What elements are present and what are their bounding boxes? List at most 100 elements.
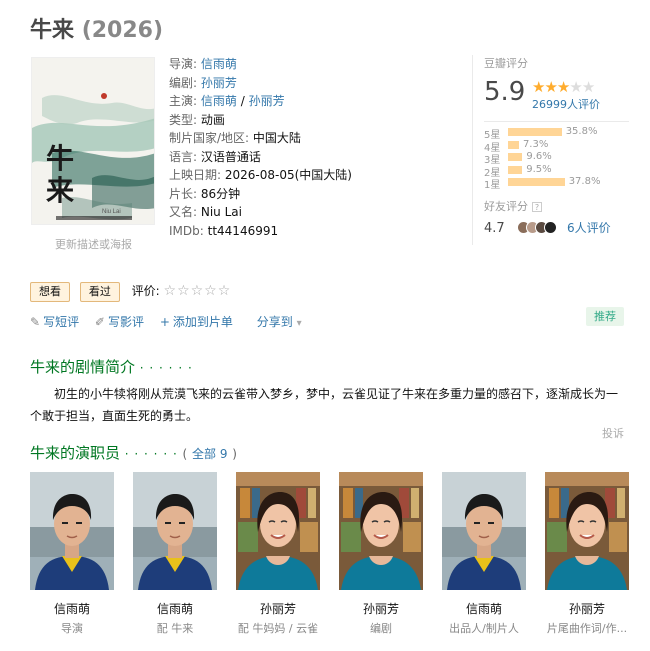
poster-title-glyph-2: 来 <box>46 174 74 207</box>
cast-separator: / <box>236 94 249 108</box>
rating-stars-icon: ★★★★★ <box>532 78 595 96</box>
cast-all-open: ( <box>182 447 188 461</box>
write-short-review-label: 写短评 <box>43 315 80 329</box>
rating-bar-percent: 35.8% <box>565 126 598 137</box>
cast-all-link[interactable]: 全部 9 <box>192 447 227 461</box>
mark-actions: 想看 看过 评价: ☆☆☆☆☆ <box>30 282 231 302</box>
rating-bar-label: 1星 <box>484 180 501 191</box>
info-imdb: IMDb: tt44146991 <box>169 222 352 241</box>
recommend-button[interactable]: 推荐 <box>586 307 624 326</box>
share-button[interactable]: 分享到 ▾ <box>257 315 302 329</box>
cast-member[interactable]: 信雨萌 出品人/制片人 <box>442 472 526 636</box>
cast-photo[interactable] <box>545 472 629 590</box>
info-release-label: 上映日期: <box>169 168 222 182</box>
cast-photo[interactable] <box>442 472 526 590</box>
cast-member[interactable]: 信雨萌配 牛来 <box>133 472 217 636</box>
cast-name[interactable]: 信雨萌 <box>442 600 526 617</box>
cast-link-2[interactable]: 孙丽芳 <box>249 94 285 108</box>
cast-member[interactable]: 孙丽芳片尾曲作词/作... <box>545 472 629 636</box>
cast-name[interactable]: 孙丽芳 <box>545 600 629 617</box>
write-short-review[interactable]: ✎ 写短评 <box>30 315 79 329</box>
friends-avatars <box>516 221 561 236</box>
cast-name[interactable]: 孙丽芳 <box>339 600 423 617</box>
cast-dots: · · · · · · <box>124 447 178 461</box>
director-link[interactable]: 信雨萌 <box>201 57 237 71</box>
friends-rating: 4.7 6人评价 <box>484 219 611 236</box>
rating-bar-row: 3星 9.6% <box>484 151 634 166</box>
writer-link[interactable]: 孙丽芳 <box>201 76 237 90</box>
report-link[interactable]: 投诉 <box>602 425 624 441</box>
rating-bar <box>508 178 565 186</box>
cast-name[interactable]: 信雨萌 <box>30 600 114 617</box>
info-region: 制片国家/地区: 中国大陆 <box>169 129 352 148</box>
rating-panel: 豆瓣评分 5.9 ★★★★★ 26999人评价 5星 35.8% 4星 7.3% 3星 9… <box>484 55 634 191</box>
info-region-label: 制片国家/地区: <box>169 131 250 145</box>
synopsis-dots: · · · · · · <box>139 361 193 375</box>
info-aka-label: 又名: <box>169 205 198 219</box>
info-runtime: 片长: 86分钟 <box>169 185 352 204</box>
info-aka-value: Niu Lai <box>200 205 242 219</box>
cast-name[interactable]: 孙丽芳 <box>236 600 320 617</box>
add-to-list-label: 添加到片单 <box>172 315 233 329</box>
friends-rating-label-text: 好友评分 <box>484 200 528 213</box>
rating-score: 5.9 <box>484 77 526 107</box>
add-to-list[interactable]: + 添加到片单 <box>160 315 233 329</box>
info-cast: 主演: 信雨萌 / 孙丽芳 <box>169 94 285 108</box>
want-to-watch-button[interactable]: 想看 <box>30 282 70 302</box>
friends-count-link[interactable]: 6人评价 <box>567 221 611 235</box>
rating-bar <box>508 128 562 136</box>
info-genre: 类型: 动画 <box>169 111 352 130</box>
synopsis-text: 初生的小牛犊将刚从荒漠飞来的云雀带入梦乡，梦中，云雀见证了牛来在多重力量的感召下… <box>30 387 619 423</box>
cast-role: 配 牛来 <box>156 622 194 635</box>
chevron-down-icon: ▾ <box>296 318 302 329</box>
synopsis-heading: 牛来的剧情简介 · · · · · · <box>30 356 193 377</box>
rating-bar <box>508 165 523 174</box>
rating-bar-row: 4星 7.3% <box>484 139 634 154</box>
cast-role: 编剧 <box>370 622 392 635</box>
friends-score: 4.7 <box>484 221 505 236</box>
info-runtime-value: 86分钟 <box>200 186 241 201</box>
movie-poster[interactable]: 牛 来 Niu Lai <box>31 57 155 225</box>
cast-name[interactable]: 信雨萌 <box>133 600 217 617</box>
write-review[interactable]: ✐ 写影评 <box>95 315 144 329</box>
cast-heading: 牛来的演职员 · · · · · · ( 全部 9 ) <box>30 442 237 463</box>
rating-separator <box>484 121 629 122</box>
poster-title-glyph-1: 牛 <box>46 142 74 175</box>
star-icon: ★ <box>556 78 570 96</box>
cast-member[interactable]: 孙丽芳配 牛妈妈 / 云雀 <box>236 472 320 636</box>
cast-member[interactable]: 信雨萌 导演 <box>30 472 114 636</box>
cast-photo[interactable] <box>236 472 320 590</box>
rating-bar-percent: 9.6% <box>526 151 552 162</box>
info-writer-label: 编剧 <box>169 75 194 90</box>
help-icon[interactable]: ? <box>532 202 542 212</box>
cast-photo[interactable] <box>339 472 423 590</box>
cast-photo[interactable] <box>133 472 217 590</box>
cast-link-1[interactable]: 信雨萌 <box>201 94 237 108</box>
star-icon: ★ <box>532 78 545 96</box>
rating-bar-row: 1星 37.8% <box>484 176 634 191</box>
info-cast-label: 主演 <box>169 94 194 108</box>
info-runtime-label: 片长: <box>169 186 198 201</box>
cast-role: 导演 <box>61 622 83 635</box>
cast-all-close: ) <box>232 447 237 461</box>
plus-icon: + <box>159 315 170 329</box>
cast-member[interactable]: 孙丽芳 编剧 <box>339 472 423 636</box>
info-imdb-value[interactable]: tt44146991 <box>208 224 279 238</box>
movie-year: (2026) <box>81 18 164 43</box>
rating-votes-link[interactable]: 26999人评价 <box>532 96 600 112</box>
movie-ops: ✎ 写短评 ✐ 写影评 + 添加到片单 分享到 ▾ <box>30 313 314 330</box>
cast-photo[interactable] <box>30 472 114 590</box>
watched-button[interactable]: 看过 <box>79 282 120 302</box>
rating-distribution: 5星 35.8% 4星 7.3% 3星 9.6% 2星 9.5% 1星 37.8% <box>484 126 634 191</box>
cast-role: 片尾曲作词/作... <box>546 622 628 635</box>
rating-label: 豆瓣评分 <box>484 57 528 70</box>
rate-stars-input[interactable]: ☆☆☆☆☆ <box>164 283 232 299</box>
pencil-icon: ✐ <box>94 315 105 329</box>
update-poster-link[interactable]: 更新描述或海报 <box>55 236 132 252</box>
info-writer: 编剧: 孙丽芳 <box>169 75 237 90</box>
cast-title: 牛来的演职员 <box>30 444 121 462</box>
friend-avatar[interactable] <box>543 221 557 234</box>
info-language-value: 汉语普通话 <box>200 149 261 164</box>
info-imdb-label: IMDb: <box>169 223 204 238</box>
share-label: 分享到 <box>256 315 293 329</box>
